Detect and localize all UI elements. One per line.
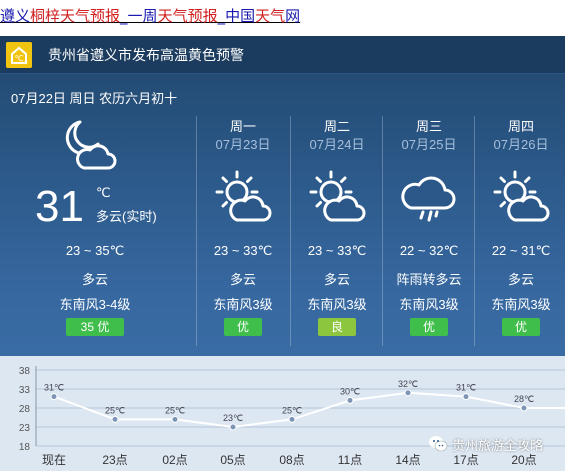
temp-unit: ℃: [96, 186, 111, 201]
y-tick-label: 38: [19, 366, 31, 377]
y-tick-label: 33: [19, 385, 31, 396]
x-tick-label: 11点: [338, 453, 362, 467]
x-tick-label: 02点: [162, 453, 187, 467]
rain-cloud-icon: [399, 168, 459, 228]
today-date: 07月22日 周日 农历六月初十: [11, 91, 178, 106]
temp-point[interactable]: [288, 415, 296, 423]
weather-panel: ℃ 贵州省遵义市发布高温黄色预警 07月22日 周日 农历六月初十 31 ℃ 多…: [0, 36, 565, 471]
forecast-weather: 多云: [229, 272, 256, 287]
forecast-day[interactable]: 周一 07月23日 23 ~ 33℃ 多云东南风3级优: [196, 116, 288, 346]
temp-point-label: 25℃: [105, 405, 125, 415]
alert-text[interactable]: 贵州省遵义市发布高温黄色预警: [48, 36, 244, 74]
heat-warning-icon: ℃: [6, 42, 32, 68]
forecast-wind: 东南风3级: [399, 297, 459, 312]
temp-point-label: 25℃: [282, 405, 302, 415]
watermark: 贵州旅游全攻略: [428, 432, 543, 456]
temp-point[interactable]: [171, 415, 179, 423]
title-link-part[interactable]: 桐梓: [30, 7, 60, 25]
temp-point[interactable]: [346, 396, 354, 404]
forecast-range: 22 ~ 32℃: [399, 243, 459, 258]
forecast-day-name: 周二: [323, 119, 350, 134]
forecast-wind: 东南风3级: [491, 297, 551, 312]
forecast-date: 07月24日: [309, 137, 365, 152]
temp-point[interactable]: [229, 423, 237, 431]
temp-point[interactable]: [520, 404, 528, 412]
today-wind: 东南风3-4级: [59, 297, 131, 312]
x-tick-label: 23点: [102, 453, 127, 467]
today-range: 23 ~ 35℃: [65, 243, 125, 258]
forecast-day[interactable]: 周二 07月24日 23 ~ 33℃ 多云东南风3级良: [290, 116, 382, 346]
y-tick-label: 23: [19, 423, 31, 434]
title-link-part[interactable]: 天气: [255, 7, 285, 25]
forecast-aqi-badge[interactable]: 良: [318, 318, 356, 336]
title-link-part[interactable]: 遵义: [0, 7, 30, 25]
sun-cloud-icon: [213, 168, 273, 228]
forecast-aqi-badge[interactable]: 优: [410, 318, 448, 336]
x-tick-label: 现在: [42, 453, 66, 467]
forecast-date: 07月25日: [401, 137, 457, 152]
sun-cloud-icon: [491, 168, 551, 228]
svg-text:℃: ℃: [15, 54, 24, 63]
temp-point-label: 23℃: [223, 413, 243, 423]
forecast-wind: 东南风3级: [213, 297, 273, 312]
temp-line: [53, 391, 565, 429]
y-tick-label: 28: [19, 404, 31, 415]
forecast-day-name: 周三: [415, 119, 442, 134]
forecast-date: 07月23日: [215, 137, 271, 152]
temp-point-label: 31℃: [44, 383, 64, 393]
sun-cloud-icon: [307, 168, 367, 228]
forecast-aqi-badge[interactable]: 优: [502, 318, 540, 336]
forecast-date: 07月26日: [493, 137, 549, 152]
forecast-aqi-badge[interactable]: 优: [224, 318, 262, 336]
forecast-day-name: 周一: [229, 119, 256, 134]
forecast-range: 22 ~ 31℃: [491, 243, 551, 258]
title-link-part[interactable]: 天气预报: [158, 7, 218, 25]
forecast-weather: 多云: [507, 272, 534, 287]
forecast-wind: 东南风3级: [307, 297, 367, 312]
current-desc: 多云(实时): [96, 209, 157, 224]
temp-point-label: 31℃: [456, 383, 476, 393]
forecast-day[interactable]: 周四 07月26日 22 ~ 31℃ 多云东南风3级优: [474, 116, 565, 346]
forecast-range: 23 ~ 33℃: [307, 243, 367, 258]
today-aqi-badge[interactable]: 35 优: [66, 318, 124, 336]
forecast-range: 23 ~ 33℃: [213, 243, 273, 258]
wechat-icon: [429, 436, 448, 452]
forecast-day[interactable]: 周三 07月25日 22 ~ 32℃ 阵雨转多云东南风3级优: [382, 116, 474, 346]
page-title-link[interactable]: 遵义桐梓天气预报_一周天气预报_中国天气网: [0, 6, 300, 26]
temp-point[interactable]: [462, 393, 470, 401]
forecast-weather: 阵雨转多云: [396, 272, 462, 287]
alert-bar[interactable]: ℃ 贵州省遵义市发布高温黄色预警: [0, 36, 565, 74]
title-link-part[interactable]: 天气预报: [60, 7, 120, 25]
temp-point-label: 25℃: [165, 405, 185, 415]
title-link-part[interactable]: 网: [285, 7, 300, 25]
today-weather: 多云: [81, 272, 108, 287]
temp-point-label: 28℃: [514, 394, 534, 404]
title-link-part[interactable]: _一周: [120, 7, 158, 25]
forecast-weather: 多云: [323, 272, 350, 287]
current-temp: 31: [35, 182, 84, 231]
today-block: 31 ℃ 多云(实时) 23 ~ 35℃ 多云 东南风3-4级 35 优: [0, 106, 190, 346]
watermark-text: 贵州旅游全攻略: [452, 437, 544, 453]
x-tick-label: 08点: [279, 453, 304, 467]
moon-cloud-icon: [65, 120, 117, 170]
temp-point[interactable]: [404, 389, 412, 397]
x-tick-label: 14点: [395, 453, 420, 467]
temp-point[interactable]: [111, 415, 119, 423]
title-link-part[interactable]: _中国: [218, 7, 256, 25]
temp-point[interactable]: [50, 393, 58, 401]
x-tick-label: 05点: [220, 453, 245, 467]
forecast-day-name: 周四: [507, 119, 534, 134]
y-tick-label: 18: [19, 442, 31, 453]
temp-point-label: 32℃: [398, 379, 418, 389]
temp-point-label: 30℃: [340, 386, 360, 396]
